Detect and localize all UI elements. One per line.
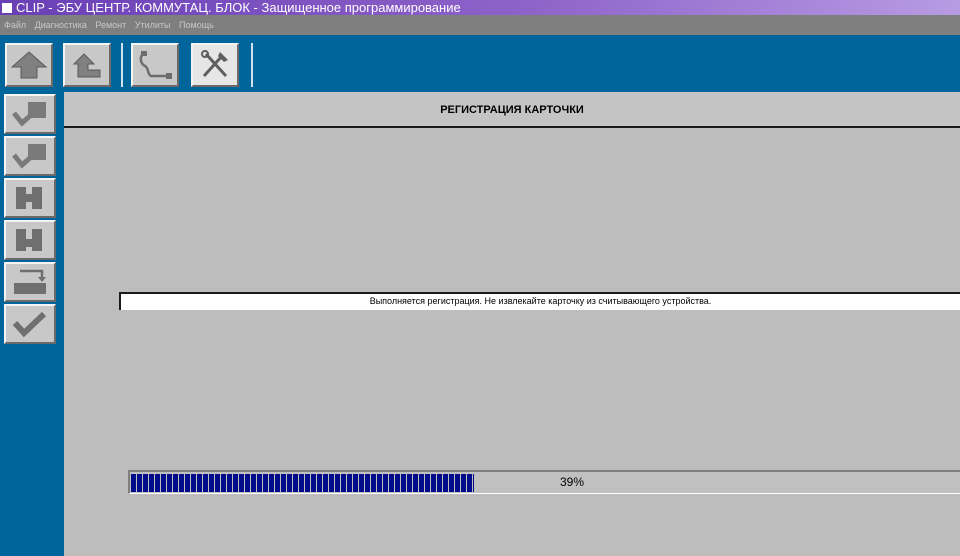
sidebar-button-identification[interactable]	[4, 94, 56, 134]
sidebar	[0, 92, 64, 556]
menu-help[interactable]: Помощь	[179, 20, 214, 30]
car-check-icon	[12, 102, 46, 127]
menu-diagnostics[interactable]: Диагностика	[35, 20, 87, 30]
sidebar-button-validate[interactable]	[4, 304, 56, 344]
module-icon	[16, 187, 42, 209]
home-arrow-icon	[10, 51, 48, 79]
home-button[interactable]	[5, 43, 53, 87]
check-icon	[12, 311, 47, 338]
sidebar-button-module[interactable]	[4, 178, 56, 218]
status-message: Выполняется регистрация. Не извлекайте к…	[119, 292, 960, 310]
menu-bar: Файл Диагностика Ремонт Утилиты Помощь	[0, 15, 960, 35]
main-panel: РЕГИСТРАЦИЯ КАРТОЧКИ Выполняется регистр…	[64, 92, 960, 556]
menu-file[interactable]: Файл	[4, 20, 26, 30]
diagnostic-cable-icon	[139, 51, 172, 79]
toolbar-separator	[251, 43, 253, 87]
menu-repair[interactable]: Ремонт	[95, 20, 126, 30]
toolbar-separator	[121, 43, 123, 87]
back-arrow-icon	[72, 53, 101, 78]
panel-title: РЕГИСТРАЦИЯ КАРТОЧКИ	[64, 92, 960, 128]
window-title: CLIP - ЭБУ ЦЕНТР. КОММУТАЦ. БЛОК - Защищ…	[16, 0, 461, 15]
progress-label: 39%	[560, 475, 585, 489]
sidebar-button-module-config[interactable]	[4, 220, 56, 260]
diagnostics-button[interactable]	[131, 43, 179, 87]
module-config-icon	[16, 229, 42, 251]
registration-progress-bar: 39%	[128, 470, 960, 494]
progress-fill	[131, 474, 474, 492]
transfer-icon	[14, 269, 46, 294]
system-menu-icon[interactable]	[2, 3, 12, 13]
sidebar-button-diagnostics[interactable]	[4, 136, 56, 176]
tools-button[interactable]	[191, 43, 239, 87]
car-check-icon	[12, 144, 46, 169]
title-bar: CLIP - ЭБУ ЦЕНТР. КОММУТАЦ. БЛОК - Защищ…	[0, 0, 960, 15]
menu-utilities[interactable]: Утилиты	[135, 20, 171, 30]
toolbar	[0, 35, 960, 92]
tools-icon	[201, 50, 228, 78]
back-button[interactable]	[63, 43, 111, 87]
sidebar-button-transfer[interactable]	[4, 262, 56, 302]
